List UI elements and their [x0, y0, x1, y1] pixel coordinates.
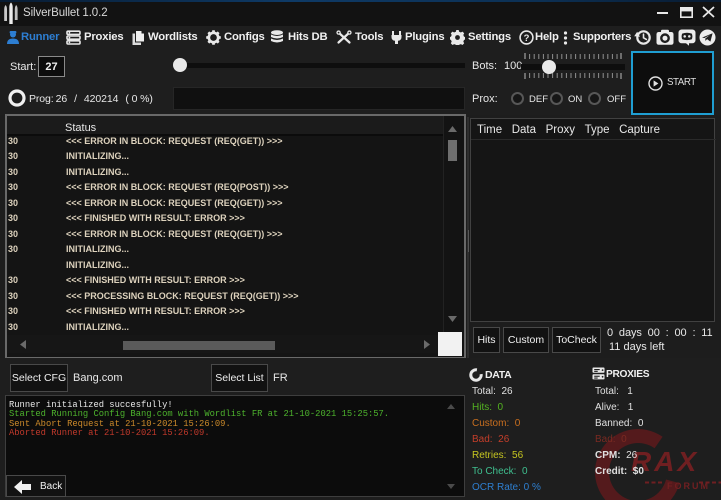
svg-text:?: ? — [524, 33, 530, 44]
svg-text:FORUM: FORUM — [667, 481, 710, 491]
